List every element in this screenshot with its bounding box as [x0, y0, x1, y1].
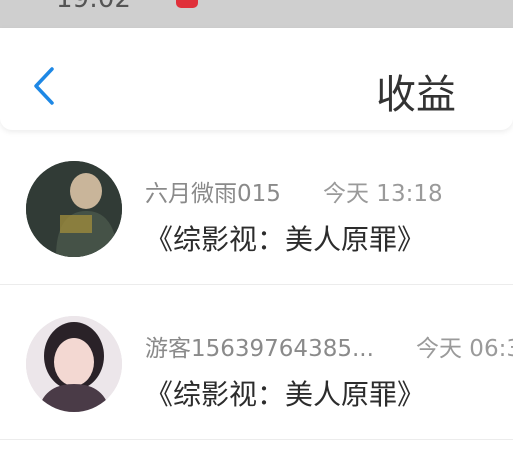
- status-time: 19:02: [56, 0, 131, 14]
- timestamp: 今天 06:3: [416, 336, 513, 362]
- notification-badge: [176, 0, 198, 8]
- avatar: [26, 316, 122, 412]
- status-bar: 19:02: [0, 0, 513, 28]
- list-item[interactable]: 六月微雨015 今天 13:18 《综影视：美人原罪》: [0, 130, 513, 285]
- book-title: 《综影视：美人原罪》: [145, 223, 426, 256]
- book-title: 《综影视：美人原罪》: [145, 378, 426, 411]
- app-header: 收益: [0, 28, 513, 130]
- page-title: 收益: [376, 72, 456, 118]
- user-name: 游客15639764385...: [145, 336, 374, 362]
- user-name: 六月微雨015: [145, 181, 281, 207]
- back-button[interactable]: [22, 56, 66, 116]
- timestamp: 今天 13:18: [323, 181, 443, 207]
- list-item[interactable]: 游客15639764385... 今天 06:3 《综影视：美人原罪》: [0, 285, 513, 440]
- avatar: [26, 161, 122, 257]
- chevron-left-icon: [34, 67, 54, 105]
